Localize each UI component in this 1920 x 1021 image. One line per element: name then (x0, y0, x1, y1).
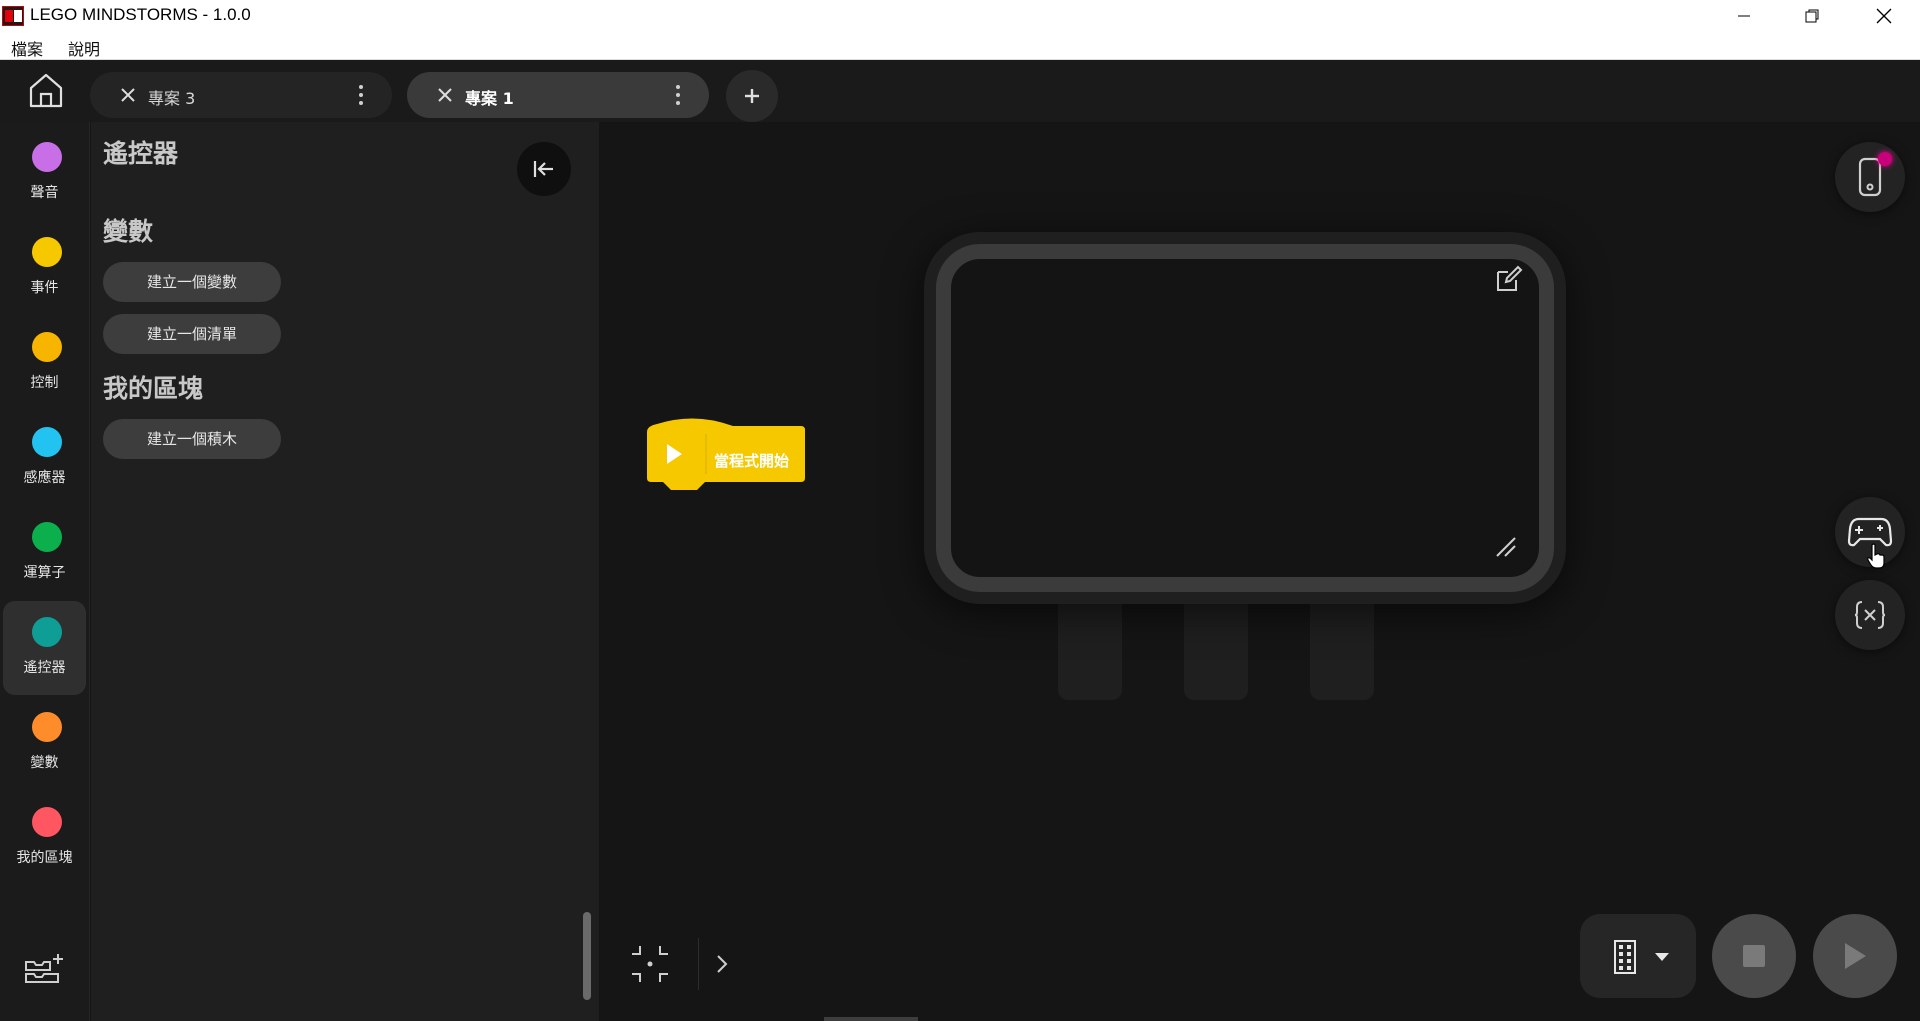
category-label: 控制 (30, 375, 59, 391)
close-tab-icon[interactable] (120, 87, 136, 103)
category-color-dot (32, 712, 62, 742)
collapse-left-icon (533, 161, 553, 177)
stop-icon (1743, 945, 1765, 967)
menu-help[interactable]: 說明 (68, 36, 100, 60)
tab-project-1[interactable]: 專案 1 (407, 72, 709, 118)
close-tab-icon[interactable] (437, 87, 453, 103)
tab-label: 專案 3 (148, 89, 196, 108)
canvas-horizontal-scrollbar[interactable] (824, 1017, 918, 1021)
menu-file[interactable]: 檔案 (11, 36, 43, 60)
minimize-button[interactable] (1710, 0, 1778, 32)
add-tab-button[interactable] (726, 70, 778, 122)
hub-program-slot-select[interactable] (1580, 914, 1696, 998)
restore-button[interactable] (1778, 0, 1846, 32)
remote-control-panel (924, 232, 1566, 604)
category-events[interactable]: 事件 (3, 221, 86, 315)
palette-heading-remote: 遙控器 (103, 139, 179, 168)
category-label: 遙控器 (23, 660, 66, 676)
tab-label: 專案 1 (465, 89, 514, 108)
fit-to-screen-icon[interactable] (628, 942, 672, 986)
category-label: 我的區塊 (16, 850, 73, 866)
tab-project-3[interactable]: 專案 3 (90, 72, 392, 118)
category-label: 聲音 (30, 185, 59, 201)
add-extension-icon (25, 954, 63, 983)
block-palette: 遙控器 變數 建立一個變數 建立一個清單 我的區塊 建立一個積木 (91, 122, 599, 1021)
category-color-dot (32, 617, 62, 647)
mouse-cursor-icon (1867, 543, 1885, 569)
code-canvas[interactable]: 當程式開始 (600, 122, 1920, 1021)
hub-connection-button[interactable] (1835, 142, 1905, 212)
close-window-button[interactable] (1850, 0, 1918, 32)
home-button[interactable] (26, 70, 66, 110)
category-sensors[interactable]: 感應器 (3, 411, 86, 505)
make-list-button[interactable]: 建立一個清單 (103, 314, 281, 354)
lego-mindstorms-logo (2, 6, 24, 26)
category-operators[interactable]: 運算子 (3, 506, 86, 600)
hub-status-dot (1878, 152, 1892, 166)
tab-more-icon[interactable] (675, 85, 681, 105)
category-label: 感應器 (23, 470, 66, 486)
make-variable-button[interactable]: 建立一個變數 (103, 262, 281, 302)
resize-handle-icon[interactable] (1495, 536, 1519, 560)
variables-monitor-button[interactable] (1835, 580, 1905, 650)
variable-x-icon (1854, 601, 1886, 629)
home-icon (29, 73, 63, 108)
play-button[interactable] (1813, 914, 1897, 998)
stop-button[interactable] (1712, 914, 1796, 998)
play-icon (1845, 943, 1866, 969)
category-label: 變數 (30, 755, 59, 771)
hub-matrix-icon (1614, 940, 1636, 974)
category-control[interactable]: 控制 (3, 316, 86, 410)
add-extension-button[interactable] (22, 948, 66, 992)
palette-heading-variables: 變數 (103, 217, 154, 246)
category-sound[interactable]: 聲音 (3, 126, 86, 220)
toolbar-divider (698, 938, 699, 990)
category-my-blocks[interactable]: 我的區塊 (3, 791, 86, 885)
category-color-dot (32, 427, 62, 457)
chevron-down-icon (1655, 953, 1669, 961)
tab-more-icon[interactable] (358, 85, 364, 105)
category-color-dot (32, 332, 62, 362)
category-label: 運算子 (23, 565, 66, 581)
category-remote-control[interactable]: 遙控器 (3, 601, 86, 695)
title-bar: LEGO MINDSTORMS - 1.0.0 (0, 0, 1920, 32)
plus-icon (745, 89, 759, 103)
category-variables[interactable]: 變數 (3, 696, 86, 790)
edit-icon[interactable] (1494, 264, 1524, 294)
category-label: 事件 (30, 280, 59, 296)
chevron-right-icon[interactable] (710, 952, 734, 976)
category-rail: 聲音 事件 控制 感應器 運算子 遙控器 變數 我的區塊 (0, 122, 90, 1021)
category-color-dot (32, 522, 62, 552)
close-icon (1876, 8, 1892, 24)
menu-bar: 檔案 說明 (0, 32, 1920, 60)
palette-heading-my-blocks: 我的區塊 (103, 374, 204, 403)
palette-scrollbar[interactable] (583, 912, 591, 1000)
category-color-dot (32, 807, 62, 837)
window-title: LEGO MINDSTORMS - 1.0.0 (30, 5, 251, 24)
make-block-button[interactable]: 建立一個積木 (103, 419, 281, 459)
hat-block-label: 當程式開始 (714, 452, 790, 470)
restore-icon (1805, 9, 1819, 23)
remote-screen (936, 244, 1554, 592)
collapse-palette-button[interactable] (517, 142, 571, 196)
category-color-dot (32, 237, 62, 267)
minimize-icon (1738, 15, 1750, 17)
category-color-dot (32, 142, 62, 172)
